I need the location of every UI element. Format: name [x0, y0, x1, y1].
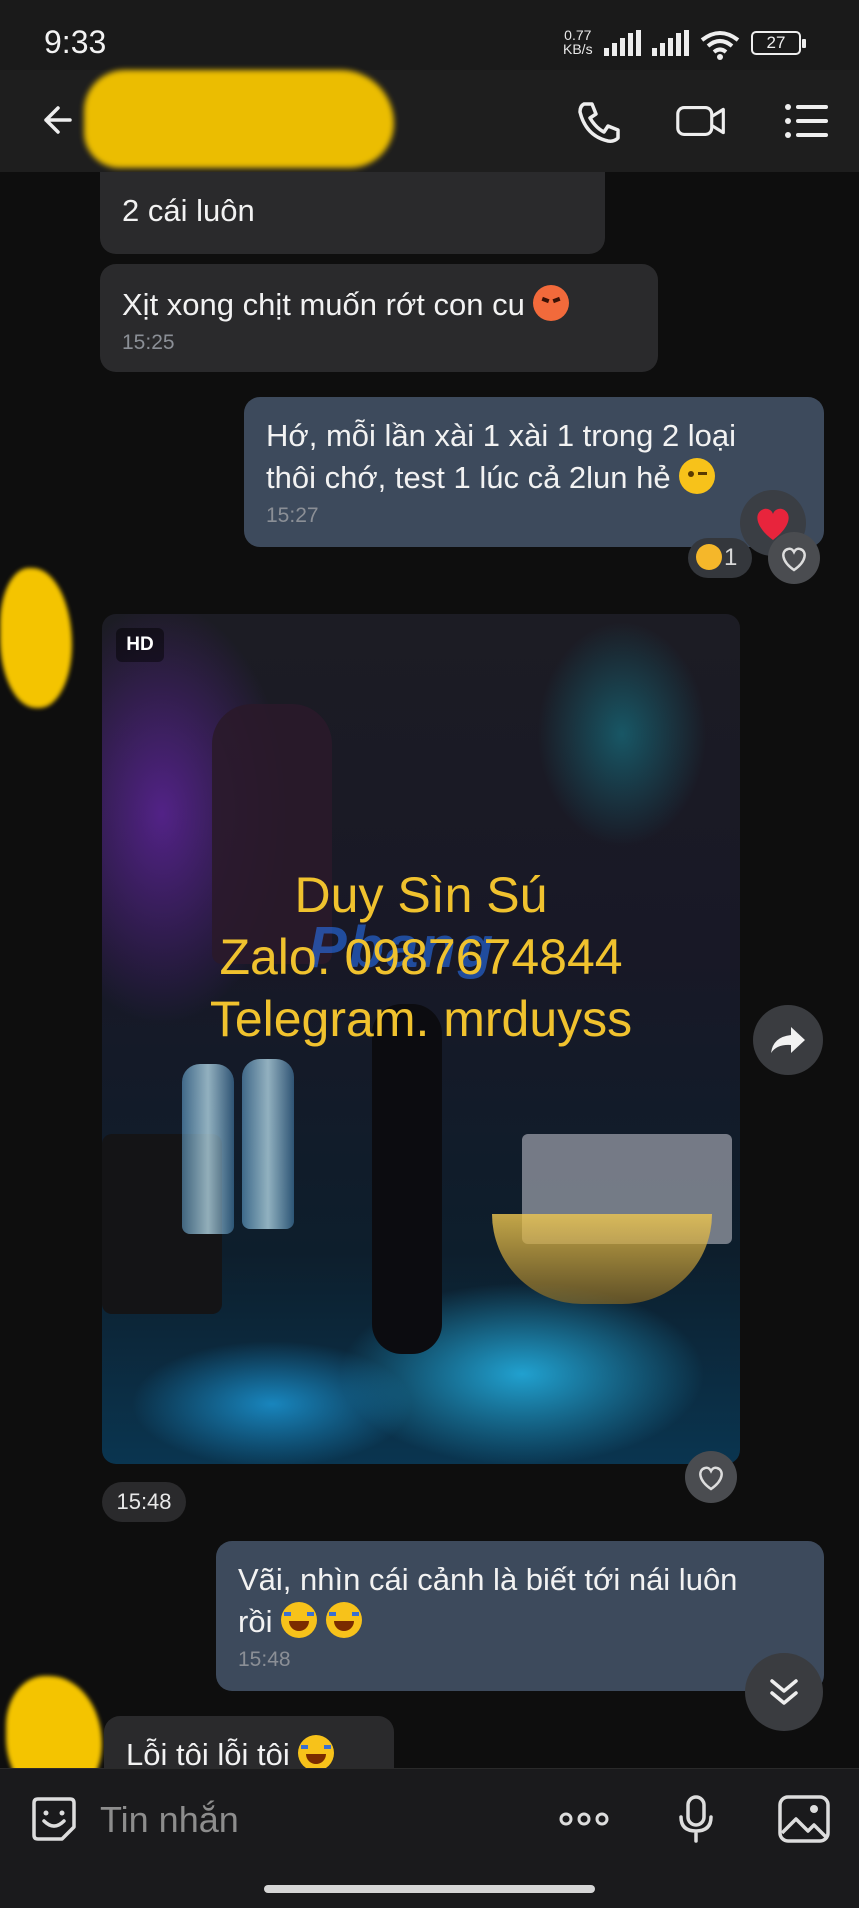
message-incoming[interactable]: Xịt xong chịt muốn rớt con cu 15:25 [100, 264, 658, 372]
clock: 9:33 [44, 24, 107, 60]
laughing-tears-icon [281, 1602, 318, 1638]
image-gallery-icon[interactable] [776, 1791, 832, 1847]
redacted-contact-name [84, 70, 394, 168]
message-input[interactable]: Tin nhắn [100, 1799, 239, 1841]
chat-header [0, 70, 859, 172]
sticker-icon[interactable] [26, 1791, 82, 1847]
signal-icon-2 [652, 30, 689, 56]
message-incoming[interactable]: 2 cái luôn [100, 172, 605, 254]
laughing-reaction-icon [696, 544, 722, 570]
photo-object [372, 1004, 442, 1354]
message-incoming[interactable]: Lỗi tôi lỗi tôi [104, 1716, 394, 1776]
forward-button[interactable] [753, 1005, 823, 1075]
redacted-avatar [0, 568, 72, 708]
signal-icon [604, 30, 641, 56]
battery-indicator: 27 [751, 31, 806, 55]
menu-list-icon[interactable] [782, 98, 832, 144]
laughing-tears-icon [325, 1602, 362, 1638]
angry-face-icon [533, 285, 570, 321]
heart-outline-icon [699, 1466, 723, 1491]
phone-icon[interactable] [574, 98, 624, 144]
heart-outline-icon [782, 547, 806, 572]
message-outgoing[interactable]: Vãi, nhìn cái cảnh là biết tới nái luôn … [216, 1541, 824, 1691]
microphone-icon[interactable] [668, 1791, 724, 1847]
more-options-icon[interactable] [556, 1791, 612, 1847]
laughing-tears-icon [298, 1735, 335, 1771]
network-speed: 0.77 KB/s [563, 27, 593, 57]
home-indicator[interactable] [264, 1885, 595, 1893]
photo-overlay-text: Duy Sìn Sú Zalo. 0987674844 Telegram. mr… [209, 867, 633, 1047]
message-outgoing[interactable]: Hớ, mỗi lần xài 1 xài 1 trong 2 loại thô… [244, 397, 824, 547]
chat-screen: 9:33 0.77 KB/s 27 2 cái luôn Xịt xong ch… [0, 0, 859, 1908]
double-chevron-down-icon [770, 1679, 798, 1705]
video-call-icon[interactable] [676, 98, 726, 144]
status-bar: 9:33 0.77 KB/s 27 [0, 0, 859, 70]
photo-bottle [182, 1064, 234, 1234]
message-timestamp: 15:48 [102, 1482, 186, 1522]
back-arrow-icon[interactable] [36, 100, 76, 140]
like-button[interactable] [685, 1451, 737, 1503]
photo-bottle [242, 1059, 294, 1229]
wifi-icon [700, 31, 740, 60]
like-button[interactable] [768, 532, 820, 584]
scroll-to-bottom-button[interactable] [745, 1653, 823, 1731]
wink-face-icon [679, 458, 716, 494]
reaction-count-pill[interactable]: 1 [688, 538, 752, 578]
photo-message[interactable]: HD Pbang Duy Sìn Sú Zalo. 0987674844 Tel… [102, 614, 740, 1464]
hd-badge: HD [116, 628, 164, 662]
photo-glassware [492, 1214, 712, 1304]
share-arrow-icon [771, 1027, 805, 1053]
